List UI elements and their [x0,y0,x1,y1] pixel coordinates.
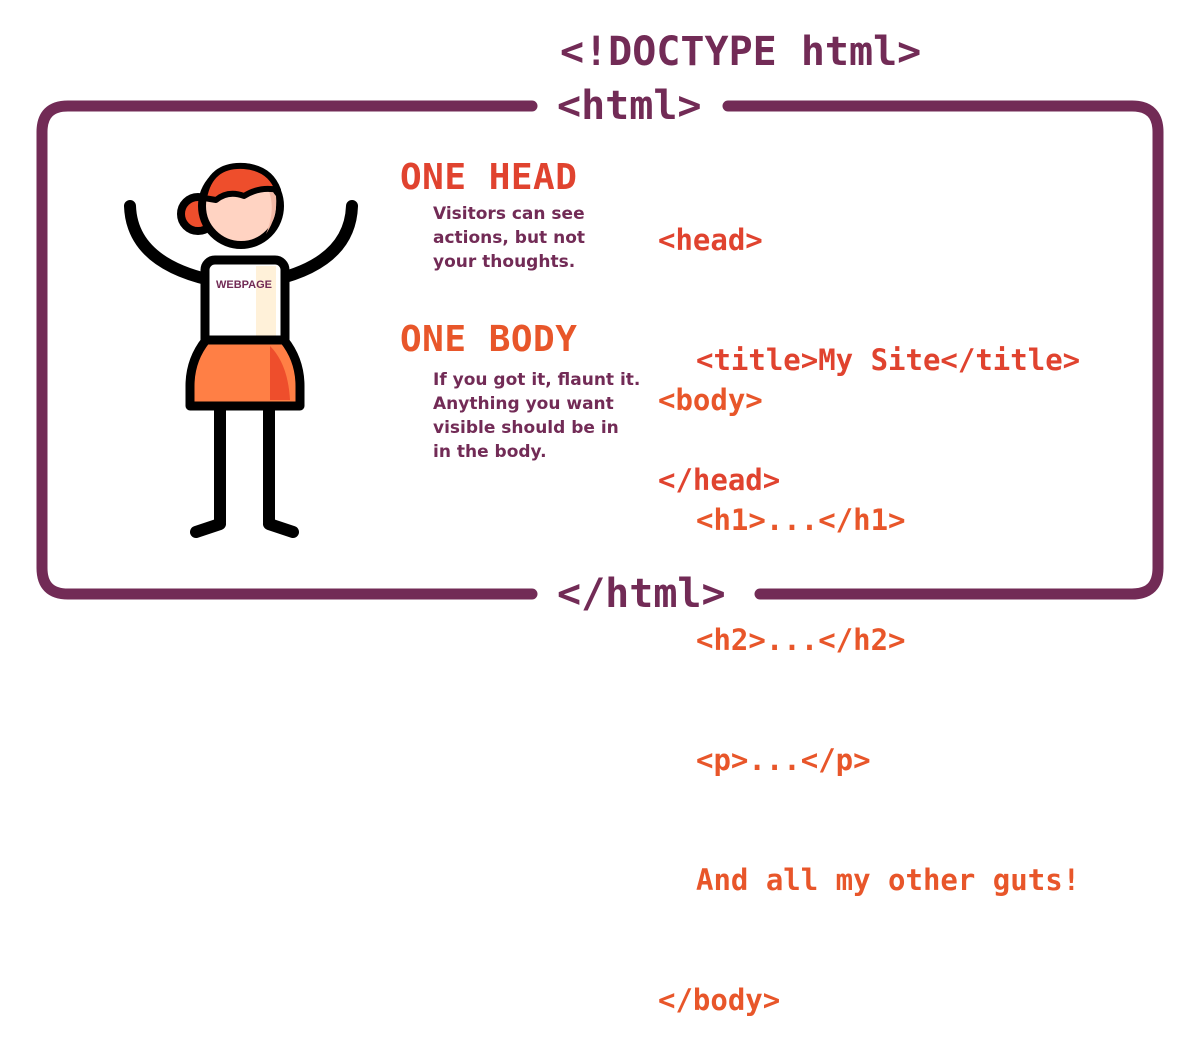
head-code-line: <head> [658,223,763,257]
head-note-line: actions, but not [433,228,586,248]
html-open-tag: <html> [557,83,702,129]
doctype-tag: <!DOCTYPE html> [560,29,922,75]
webpage-figure: WEBPAGE [124,162,358,538]
head-note: Visitors can see actions, but not your t… [433,202,585,274]
one-head-title: ONE HEAD [400,157,578,198]
body-note-line: Anything you want [433,394,614,414]
body-note-line: If you got it, flaunt it. [433,370,641,390]
one-body-title: ONE BODY [400,319,578,360]
head-note-line: your thoughts. [433,252,576,272]
right-foot [263,518,299,538]
torso-shade [256,266,276,346]
body-code-line: </body> [658,983,781,1017]
body-note: If you got it, flaunt it. Anything you w… [433,368,640,464]
body-note-line: in the body. [433,442,547,462]
body-code-line: <body> [658,383,763,417]
body-code-line: <p>...</p> [696,743,871,777]
body-code-line: And all my other guts! [696,863,1081,897]
body-code-line: <h2>...</h2> [696,623,906,657]
body-code-line: <h1>...</h1> [696,503,906,537]
body-note-line: visible should be in [433,418,619,438]
shirt-label: WEBPAGE [216,279,272,291]
head-note-line: Visitors can see [433,204,585,224]
body-code-block: <body> <h1>...</h1> <h2>...</h2> <p>...<… [658,300,1080,1060]
left-foot [190,518,226,538]
